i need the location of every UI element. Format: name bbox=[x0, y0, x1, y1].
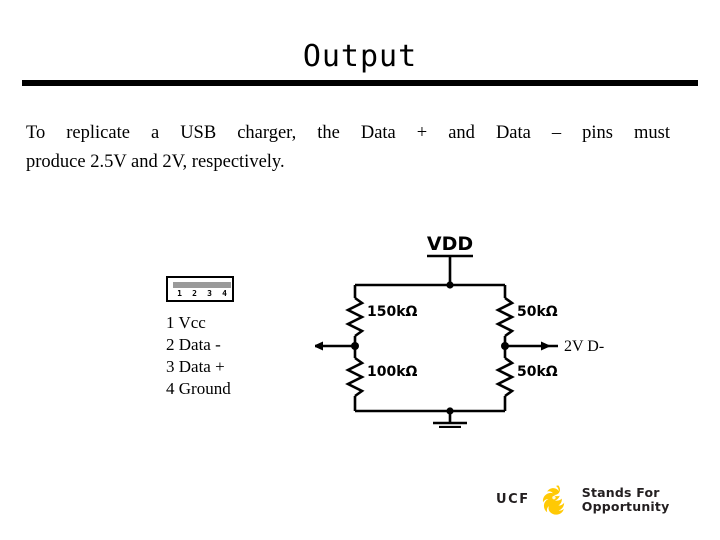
usb-connector-icon: 1 2 3 4 bbox=[166, 276, 234, 302]
usb-pin-list: 1 Vcc 2 Data - 3 Data + 4 Ground bbox=[166, 313, 231, 398]
usb-contact-bar bbox=[173, 282, 231, 288]
resistor-150k-symbol bbox=[345, 296, 365, 338]
body-line-2: produce 2.5V and 2V, respectively. bbox=[26, 152, 285, 172]
ucf-tagline: Stands For Opportunity bbox=[581, 485, 670, 514]
right-output-arrowhead bbox=[541, 341, 551, 351]
resistor-50k-bottom-label: 50kΩ bbox=[517, 364, 558, 380]
resistor-100k-symbol bbox=[345, 356, 365, 398]
body-paragraph: To replicate a USB charger, the Data + a… bbox=[26, 119, 670, 177]
usb-pinout-figure: 1 2 3 4 1 Vcc 2 Data - 3 Data + 4 Ground bbox=[166, 276, 234, 400]
resistor-50k-top-symbol bbox=[495, 296, 515, 338]
usb-pin-number-2: 2 bbox=[192, 289, 197, 298]
slide-canvas: Output To replicate a USB charger, the D… bbox=[0, 0, 720, 540]
usb-pin-number-row: 1 2 3 4 bbox=[172, 289, 232, 298]
title-divider bbox=[22, 80, 698, 86]
ucf-logo: UCF Stands For Opportunity bbox=[496, 483, 720, 517]
voltage-divider-circuit: VDD 2.5V D+ bbox=[315, 228, 605, 428]
vdd-node-dot bbox=[446, 281, 454, 289]
resistor-50k-top-label: 50kΩ bbox=[517, 304, 558, 320]
pegasus-icon bbox=[542, 485, 564, 515]
usb-pin-number-3: 3 bbox=[207, 289, 212, 298]
page-title: Output bbox=[302, 39, 418, 74]
body-line-1: To replicate a USB charger, the Data + a… bbox=[26, 123, 670, 143]
resistor-50k-bottom-symbol bbox=[495, 356, 515, 398]
resistor-150k-label: 150kΩ bbox=[367, 304, 418, 320]
usb-pin-number-4: 4 bbox=[222, 289, 227, 298]
vdd-label: VDD bbox=[427, 233, 473, 255]
right-output-label: 2V D- bbox=[564, 338, 604, 355]
resistor-100k-label: 100kΩ bbox=[367, 364, 418, 380]
usb-pin-number-1: 1 bbox=[177, 289, 182, 298]
left-output-arrowhead bbox=[315, 341, 323, 351]
ucf-wordmark: UCF bbox=[496, 492, 530, 507]
